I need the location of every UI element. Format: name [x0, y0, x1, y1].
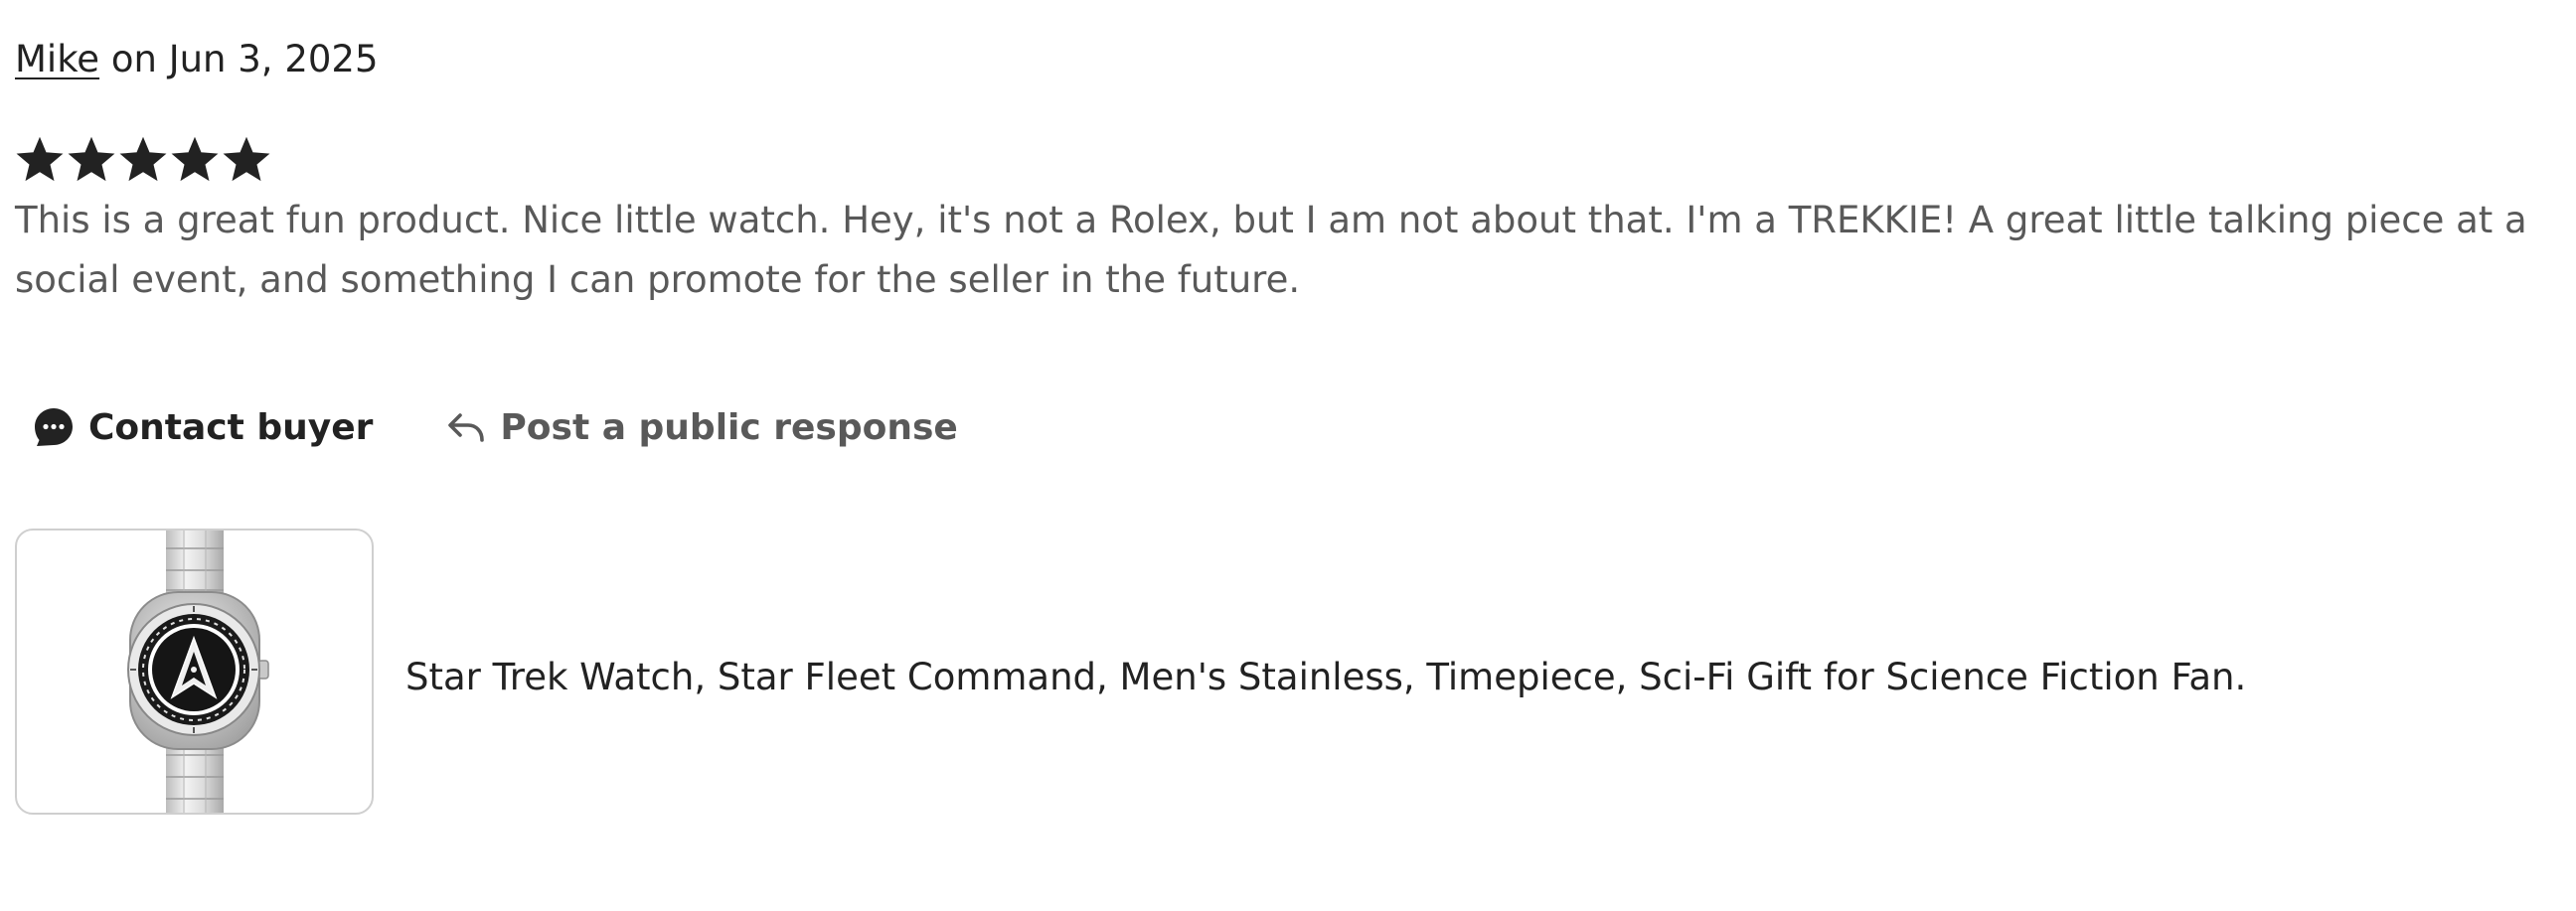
review-date: on Jun 3, 2025 [99, 38, 379, 80]
contact-buyer-button[interactable]: Contact buyer [33, 406, 373, 448]
star-filled-icon [16, 136, 64, 182]
star-rating [15, 135, 271, 185]
chat-bubble-icon [33, 406, 75, 448]
star-filled-icon [223, 136, 270, 182]
post-public-response-label: Post a public response [500, 406, 958, 448]
product-thumbnail[interactable] [15, 529, 374, 815]
product-title-link[interactable]: Star Trek Watch, Star Fleet Command, Men… [405, 650, 2246, 705]
star-filled-icon [68, 136, 115, 182]
star-filled-icon [171, 136, 219, 182]
contact-buyer-label: Contact buyer [88, 406, 374, 448]
reviewer-name-link[interactable]: Mike [15, 38, 99, 80]
review-byline: Mike on Jun 3, 2025 [15, 34, 379, 85]
reply-arrow-icon [446, 407, 486, 447]
star-filled-icon [119, 136, 167, 182]
watch-product-image [127, 531, 269, 813]
post-public-response-button[interactable]: Post a public response [446, 406, 958, 448]
review-actions: Contact buyer Post a public response [33, 397, 958, 457]
review-card: Mike on Jun 3, 2025 This is a great fun … [0, 0, 2576, 911]
review-text: This is a great fun product. Nice little… [15, 199, 2527, 301]
